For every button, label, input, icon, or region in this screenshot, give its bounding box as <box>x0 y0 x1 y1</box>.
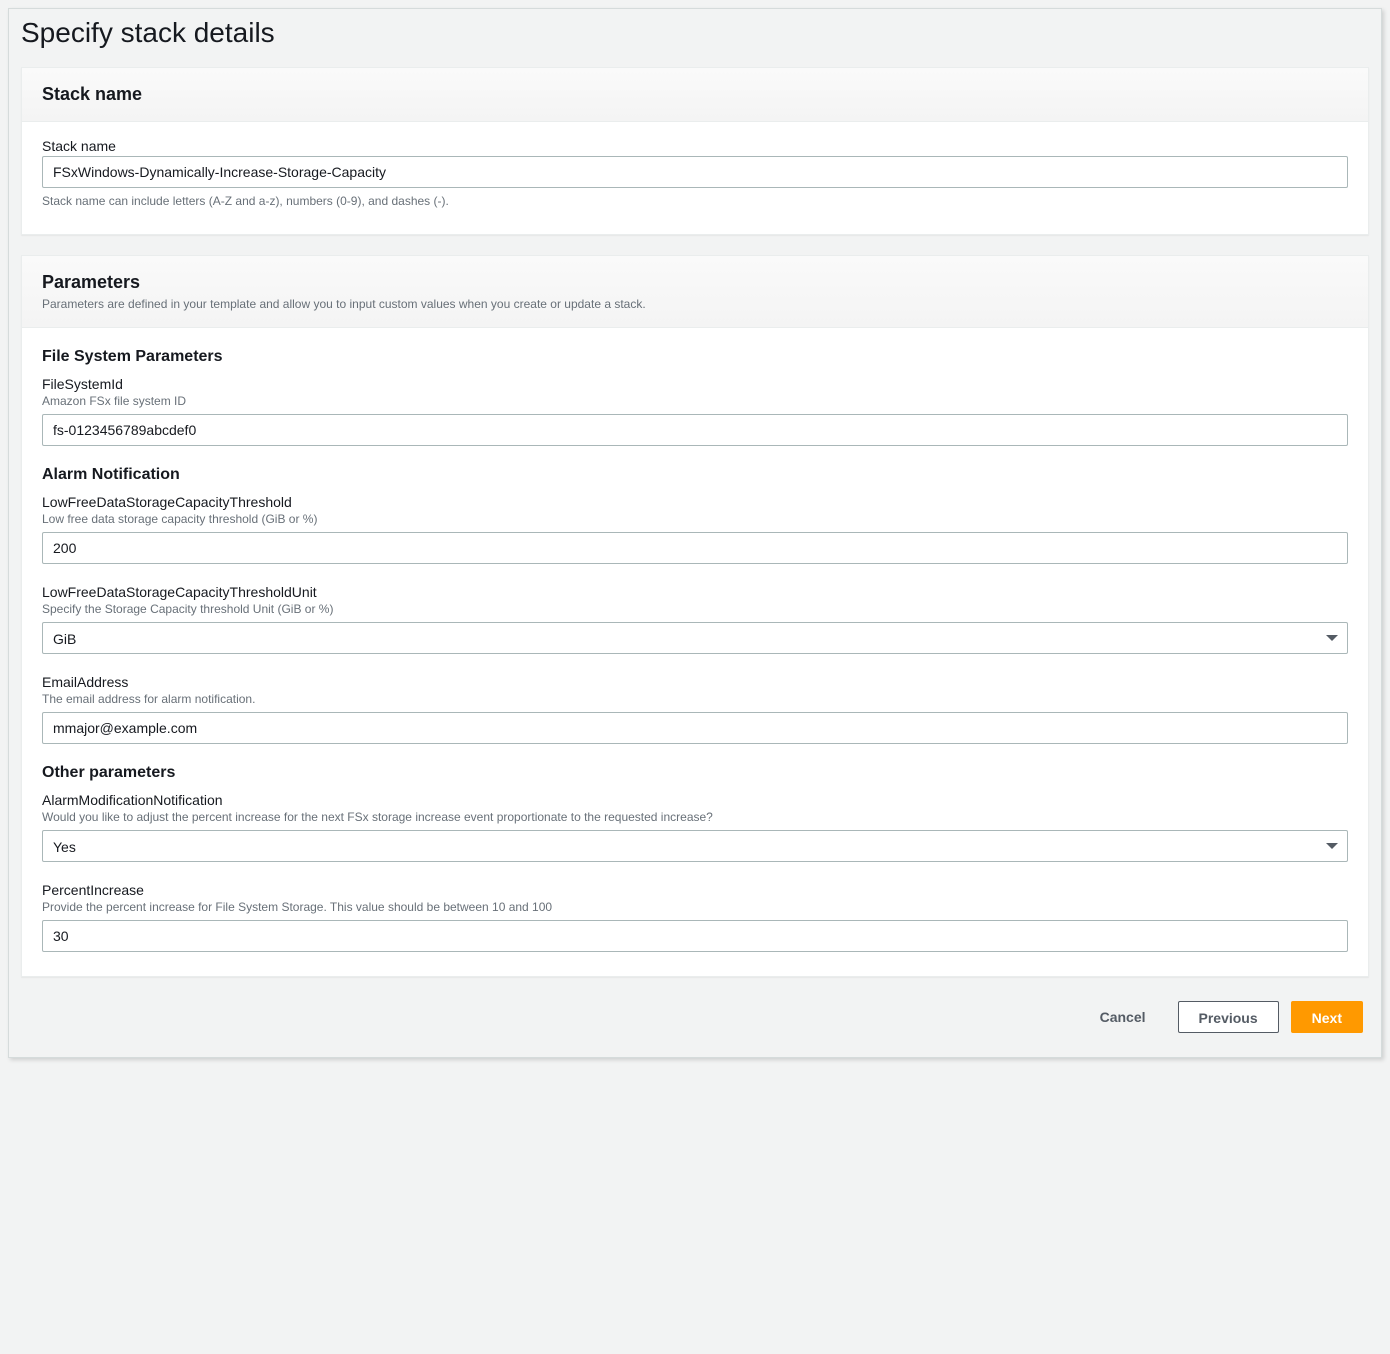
parameters-panel-title: Parameters <box>42 272 1348 293</box>
threshold-label: LowFreeDataStorageCapacityThreshold <box>42 494 1348 510</box>
stack-name-panel-title: Stack name <box>42 84 1348 105</box>
alarm-mod-select[interactable]: Yes <box>42 830 1348 862</box>
parameters-panel-subtitle: Parameters are defined in your template … <box>42 297 1348 311</box>
file-system-id-hint: Amazon FSx file system ID <box>42 394 1348 408</box>
email-input[interactable] <box>42 712 1348 744</box>
threshold-field: LowFreeDataStorageCapacityThreshold Low … <box>42 494 1348 564</box>
stack-name-hint: Stack name can include letters (A-Z and … <box>42 194 1348 208</box>
next-button[interactable]: Next <box>1291 1001 1363 1033</box>
threshold-unit-field: LowFreeDataStorageCapacityThresholdUnit … <box>42 584 1348 654</box>
cancel-button[interactable]: Cancel <box>1080 1001 1166 1033</box>
percent-increase-label: PercentIncrease <box>42 882 1348 898</box>
threshold-unit-select[interactable]: GiB <box>42 622 1348 654</box>
stack-name-panel: Stack name Stack name Stack name can inc… <box>21 67 1369 235</box>
stack-name-field: Stack name Stack name can include letter… <box>42 138 1348 208</box>
stack-name-panel-header: Stack name <box>22 68 1368 122</box>
file-system-id-input[interactable] <box>42 414 1348 446</box>
alarm-notification-heading: Alarm Notification <box>42 466 1348 484</box>
parameters-panel: Parameters Parameters are defined in you… <box>21 255 1369 977</box>
stack-name-panel-body: Stack name Stack name can include letter… <box>22 122 1368 234</box>
page-title: Specify stack details <box>9 9 1381 67</box>
percent-increase-input[interactable] <box>42 920 1348 952</box>
threshold-unit-select-wrap: GiB <box>42 622 1348 654</box>
alarm-mod-label: AlarmModificationNotification <box>42 792 1348 808</box>
email-hint: The email address for alarm notification… <box>42 692 1348 706</box>
parameters-panel-header: Parameters Parameters are defined in you… <box>22 256 1368 328</box>
alarm-mod-select-wrap: Yes <box>42 830 1348 862</box>
alarm-mod-field: AlarmModificationNotification Would you … <box>42 792 1348 862</box>
email-field: EmailAddress The email address for alarm… <box>42 674 1348 744</box>
stack-name-label: Stack name <box>42 138 1348 154</box>
email-label: EmailAddress <box>42 674 1348 690</box>
threshold-hint: Low free data storage capacity threshold… <box>42 512 1348 526</box>
file-system-id-field: FileSystemId Amazon FSx file system ID <box>42 376 1348 446</box>
file-system-parameters-heading: File System Parameters <box>42 348 1348 366</box>
file-system-id-label: FileSystemId <box>42 376 1348 392</box>
previous-button[interactable]: Previous <box>1178 1001 1279 1033</box>
parameters-panel-body: File System Parameters FileSystemId Amaz… <box>22 328 1368 976</box>
percent-increase-hint: Provide the percent increase for File Sy… <box>42 900 1348 914</box>
page-container: Specify stack details Stack name Stack n… <box>8 8 1382 1058</box>
threshold-unit-label: LowFreeDataStorageCapacityThresholdUnit <box>42 584 1348 600</box>
alarm-mod-hint: Would you like to adjust the percent inc… <box>42 810 1348 824</box>
stack-name-input[interactable] <box>42 156 1348 188</box>
threshold-input[interactable] <box>42 532 1348 564</box>
other-parameters-heading: Other parameters <box>42 764 1348 782</box>
percent-increase-field: PercentIncrease Provide the percent incr… <box>42 882 1348 952</box>
threshold-unit-hint: Specify the Storage Capacity threshold U… <box>42 602 1348 616</box>
footer-actions: Cancel Previous Next <box>9 997 1381 1037</box>
